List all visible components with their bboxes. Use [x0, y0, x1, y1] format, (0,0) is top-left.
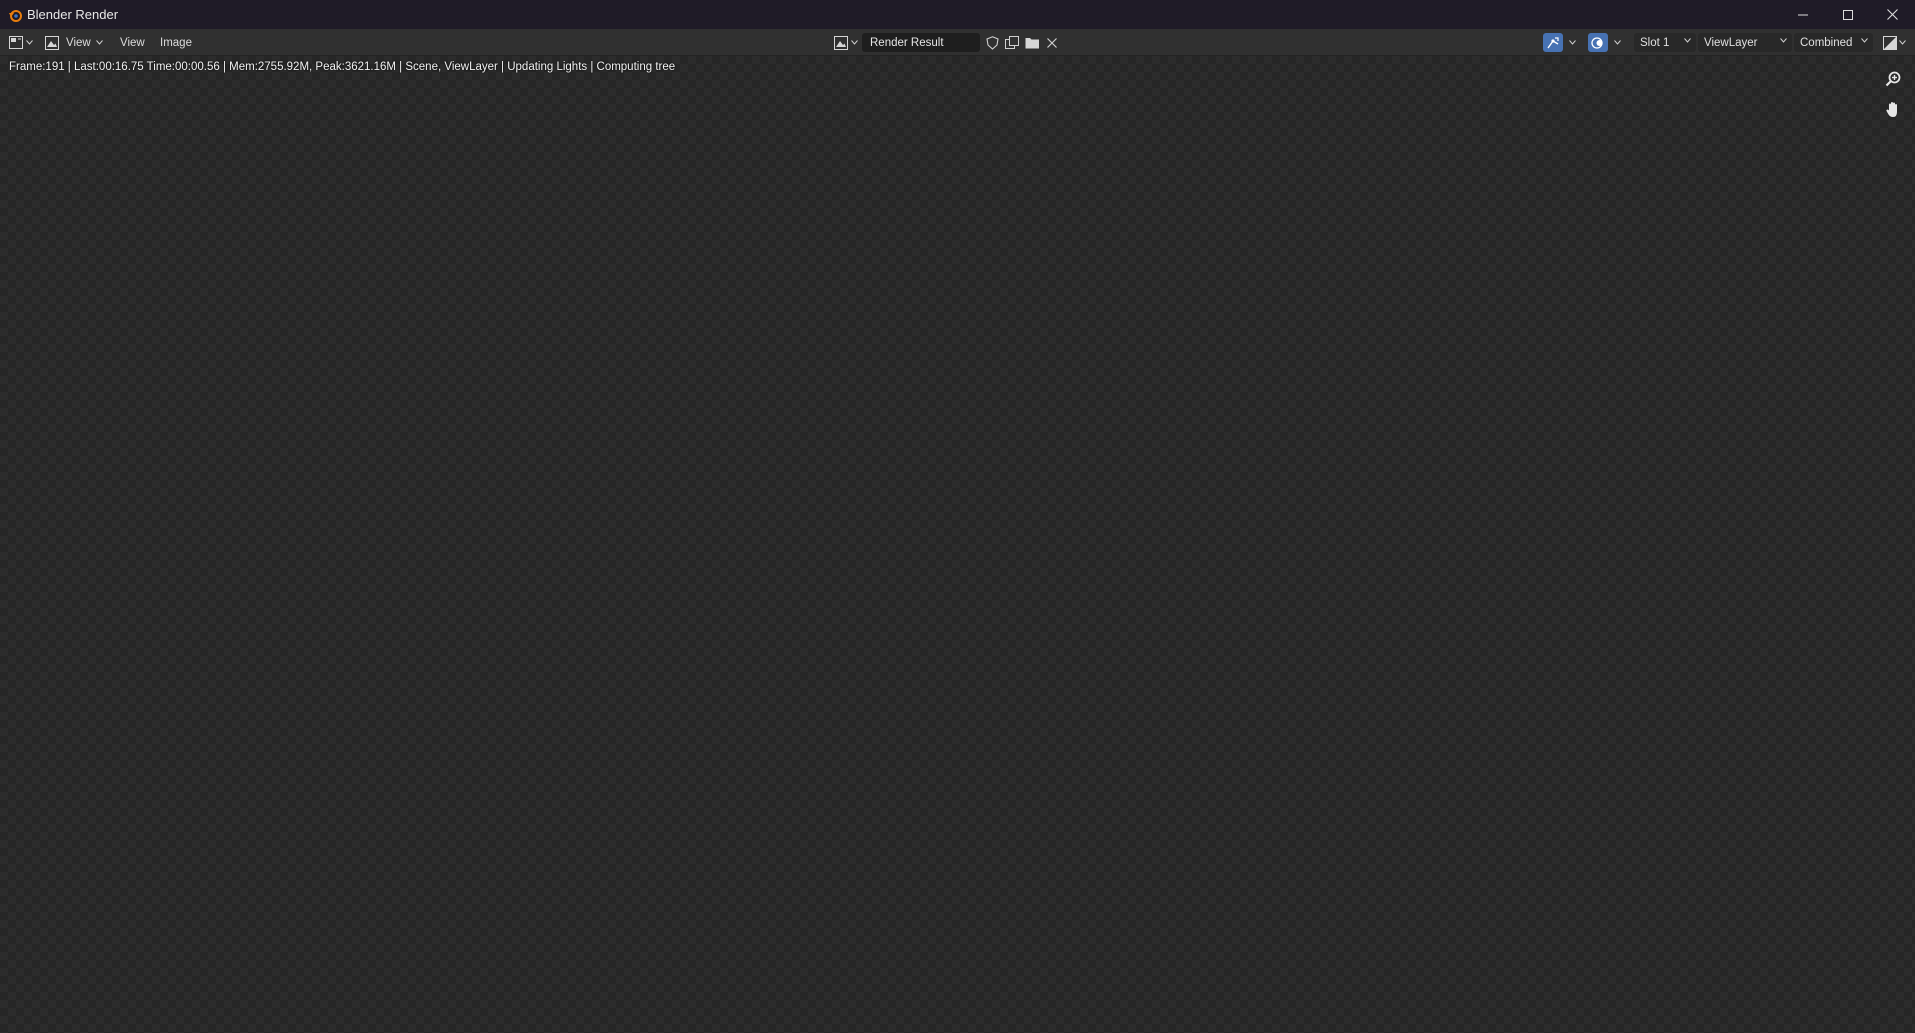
close-button[interactable] [1870, 0, 1915, 29]
pan-tool-button[interactable] [1882, 98, 1904, 120]
minimize-icon [1797, 14, 1808, 15]
gizmo-options-dropdown[interactable] [1566, 33, 1578, 52]
image-viewport[interactable] [0, 56, 1915, 1033]
overlay-toggle[interactable] [1588, 33, 1608, 52]
render-pass-label: Combined [1800, 36, 1853, 49]
mode-label: View [66, 36, 91, 49]
window-title: Blender Render [27, 7, 119, 22]
close-icon [1887, 9, 1898, 20]
maximize-button[interactable] [1825, 0, 1870, 29]
image-view-icon [45, 35, 59, 50]
new-image-button[interactable] [1003, 33, 1021, 52]
chevron-down-icon [1568, 40, 1576, 45]
folder-icon [1025, 38, 1039, 49]
maximize-icon [1842, 9, 1853, 20]
view-layer-label: ViewLayer [1704, 36, 1758, 49]
mode-selector[interactable]: View [45, 33, 103, 52]
chevron-down-icon [1684, 38, 1691, 43]
zoom-icon [1885, 71, 1901, 87]
overlay-options-dropdown[interactable] [1611, 33, 1623, 52]
display-channels-dropdown[interactable] [1880, 33, 1908, 52]
shield-icon [985, 35, 999, 50]
fake-user-button[interactable] [983, 33, 1001, 52]
menu-view[interactable]: View [120, 33, 145, 52]
image-name-field[interactable]: Render Result [862, 33, 980, 52]
image-editor-icon [9, 36, 23, 49]
duplicate-icon [1005, 35, 1019, 49]
window-controls [1780, 0, 1915, 29]
unlink-image-button[interactable] [1043, 33, 1061, 52]
menu-image[interactable]: Image [160, 33, 192, 52]
minimize-button[interactable] [1780, 0, 1825, 29]
chevron-down-icon [1613, 40, 1621, 45]
browse-image-button[interactable] [834, 33, 858, 52]
image-browse-icon [834, 35, 848, 50]
window-titlebar: Blender Render [0, 0, 1915, 29]
chevron-down-icon [851, 40, 858, 45]
editor-type-selector[interactable] [9, 33, 33, 52]
overlay-icon [1591, 36, 1603, 49]
chevron-down-icon [95, 40, 103, 45]
open-image-button[interactable] [1023, 33, 1041, 52]
gizmo-icon [1547, 36, 1559, 48]
hand-icon [1886, 101, 1897, 117]
close-icon [1047, 37, 1057, 48]
chevron-down-icon [1898, 40, 1906, 45]
chevron-down-icon [26, 40, 33, 45]
display-channels-icon [1882, 35, 1897, 50]
zoom-tool-button[interactable] [1882, 68, 1904, 90]
view-layer-dropdown[interactable]: ViewLayer [1698, 33, 1792, 52]
render-status-text: Frame:191 | Last:00:16.75 Time:00:00.56 … [9, 61, 676, 73]
blender-logo-icon [7, 7, 23, 23]
slot-label: Slot 1 [1640, 36, 1670, 49]
chevron-down-icon [1861, 38, 1868, 43]
image-editor-header: View View Image Render Result Slot 1 Vie… [0, 29, 1915, 56]
render-pass-dropdown[interactable]: Combined [1794, 33, 1873, 52]
gizmo-toggle[interactable] [1543, 33, 1563, 52]
chevron-down-icon [1780, 38, 1787, 43]
slot-dropdown[interactable]: Slot 1 [1634, 33, 1696, 52]
